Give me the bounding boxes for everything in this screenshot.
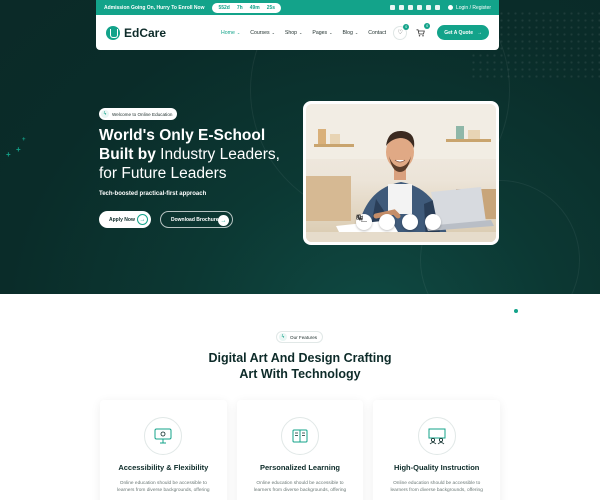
features-heading-line-1: Digital Art And Design Crafting — [208, 351, 392, 365]
twitter-icon[interactable] — [416, 5, 422, 10]
student-photo: — — [306, 104, 496, 242]
chevron-down-icon: ⌄ — [299, 30, 303, 35]
features-tag-label: Our Features — [290, 334, 318, 340]
feature-card[interactable]: Accessibility & Flexibility Online educa… — [100, 400, 227, 500]
cart-count-badge: 0 — [424, 22, 431, 29]
get-quote-button[interactable]: Get A Quote → — [437, 25, 489, 40]
nav-item-blog[interactable]: Blog ⌄ — [342, 30, 358, 36]
hero-title-line-2: Industry Leaders, — [155, 146, 280, 163]
nav-menu: Home ⌄ Courses ⌄ Shop ⌄ Pages ⌄ Blog ⌄ C… — [221, 30, 386, 36]
chevron-down-icon: ⌄ — [236, 30, 241, 35]
social-links — [389, 5, 440, 10]
feature-card-title: Personalized Learning — [259, 463, 341, 472]
feature-card-title: High-Quality Instruction — [393, 463, 480, 472]
feature-card-desc: Online education should be accessible to… — [390, 481, 483, 493]
nav-item-shop[interactable]: Shop ⌄ — [285, 30, 302, 36]
feature-card-title: Accessibility & Flexibility — [118, 463, 209, 472]
announcement-bar: Admission Going On, Hurry To Enroll Now … — [96, 0, 499, 15]
login-label: Login / Register — [455, 4, 491, 11]
chevron-down-icon: ⌄ — [329, 30, 333, 35]
logo[interactable]: EdCare — [106, 25, 167, 40]
nav-item-label: Contact — [368, 29, 387, 36]
hero-title: World's Only E-School Built by Industry … — [99, 126, 299, 183]
cart-button[interactable]: 0 — [413, 22, 431, 40]
nav-item-label: Courses — [250, 29, 270, 36]
bolt-icon: ϟ — [101, 110, 109, 118]
countdown-hours: 7h — [236, 4, 243, 11]
chevron-down-icon: ⌄ — [354, 30, 359, 35]
nav-item-label: Blog — [342, 29, 353, 36]
nav-item-contact[interactable]: Contact — [368, 30, 386, 36]
hero-tag: ϟ Welcome to Online Education — [99, 108, 178, 120]
monitor-icon — [144, 417, 183, 455]
heart-icon: ♡ — [397, 30, 403, 36]
decor-plus-icon: + — [6, 150, 11, 159]
countdown-minutes: 49m — [249, 4, 260, 11]
hero-subtitle: Tech-boosted practical-first approach — [99, 191, 207, 197]
download-brochure-label: Download Brochure — [171, 216, 219, 223]
facebook-icon[interactable] — [389, 5, 395, 10]
hero-title-bold: Built by — [99, 146, 156, 163]
wishlist-button[interactable]: ♡ 0 — [393, 23, 410, 40]
mic-off-icon[interactable] — [356, 214, 395, 230]
phone-icon[interactable] — [356, 214, 418, 230]
arrow-right-icon: → — [477, 29, 482, 36]
features-heading-line-2: Art With Technology — [239, 367, 361, 381]
nav-item-label: Pages — [312, 29, 328, 36]
apply-now-label: Apply Now — [109, 216, 135, 223]
hero-image: — — [303, 101, 499, 245]
features-heading: Digital Art And Design Crafting Art With… — [150, 350, 450, 382]
nav-item-label: Shop — [284, 29, 298, 36]
logo-text: EdCare — [124, 25, 167, 40]
hero-title-line-1: World's Only E-School — [99, 127, 266, 144]
wishlist-count-badge: 0 — [403, 23, 410, 30]
hero-tag-label: Welcome to Online Education — [112, 111, 173, 117]
nav-item-courses[interactable]: Courses ⌄ — [250, 30, 275, 36]
teacher-icon — [417, 417, 456, 455]
instagram-icon[interactable] — [398, 5, 404, 10]
main-navbar: EdCare Home ⌄ Courses ⌄ Shop ⌄ Pages ⌄ B… — [96, 15, 499, 50]
nav-actions: ♡ 0 0 Get A Quote → — [393, 22, 489, 40]
user-icon — [447, 5, 453, 10]
download-brochure-button[interactable]: Download Brochure → — [160, 211, 233, 228]
nav-item-label: Home — [221, 29, 235, 36]
get-quote-label: Get A Quote — [444, 29, 473, 36]
apply-now-button[interactable]: Apply Now → — [99, 211, 151, 228]
cart-icon — [416, 28, 425, 36]
countdown-days: 552d — [218, 4, 230, 11]
arrow-right-icon: → — [218, 215, 229, 226]
hero-title-line-3: for Future Leaders — [99, 165, 227, 182]
feature-card-desc: Online education should be accessible to… — [253, 481, 347, 493]
chevron-down-icon: ⌄ — [271, 30, 275, 35]
feature-card[interactable]: High-Quality Instruction Online educatio… — [373, 400, 501, 500]
decor-plus-icon: + — [16, 145, 21, 154]
feature-card[interactable]: Personalized Learning Online education s… — [236, 400, 364, 500]
skype-icon[interactable] — [425, 5, 431, 10]
youtube-icon[interactable] — [434, 5, 440, 10]
countdown-timer: 552d 7h 49m 25s — [212, 2, 282, 13]
decor-dot — [514, 309, 518, 313]
countdown-seconds: 25s — [266, 4, 276, 11]
nav-item-home[interactable]: Home ⌄ — [221, 30, 240, 36]
feature-card-desc: Online education should be accessible to… — [117, 481, 210, 493]
linkedin-icon[interactable] — [407, 5, 413, 10]
arrow-right-icon: → — [137, 214, 148, 225]
video-call-controls: — — [356, 214, 441, 230]
login-link[interactable]: Login / Register — [447, 4, 491, 11]
promo-text: Admission Going On, Hurry To Enroll Now — [104, 4, 205, 11]
nav-item-pages[interactable]: Pages ⌄ — [312, 30, 332, 36]
bolt-icon: ϟ — [279, 333, 287, 341]
book-icon — [281, 417, 319, 455]
logo-icon — [106, 25, 120, 40]
video-icon[interactable] — [356, 214, 441, 230]
decor-plus-icon: + — [22, 137, 26, 143]
features-tag: ϟ Our Features — [276, 331, 324, 343]
feature-cards: Accessibility & Flexibility Online educa… — [100, 400, 501, 500]
